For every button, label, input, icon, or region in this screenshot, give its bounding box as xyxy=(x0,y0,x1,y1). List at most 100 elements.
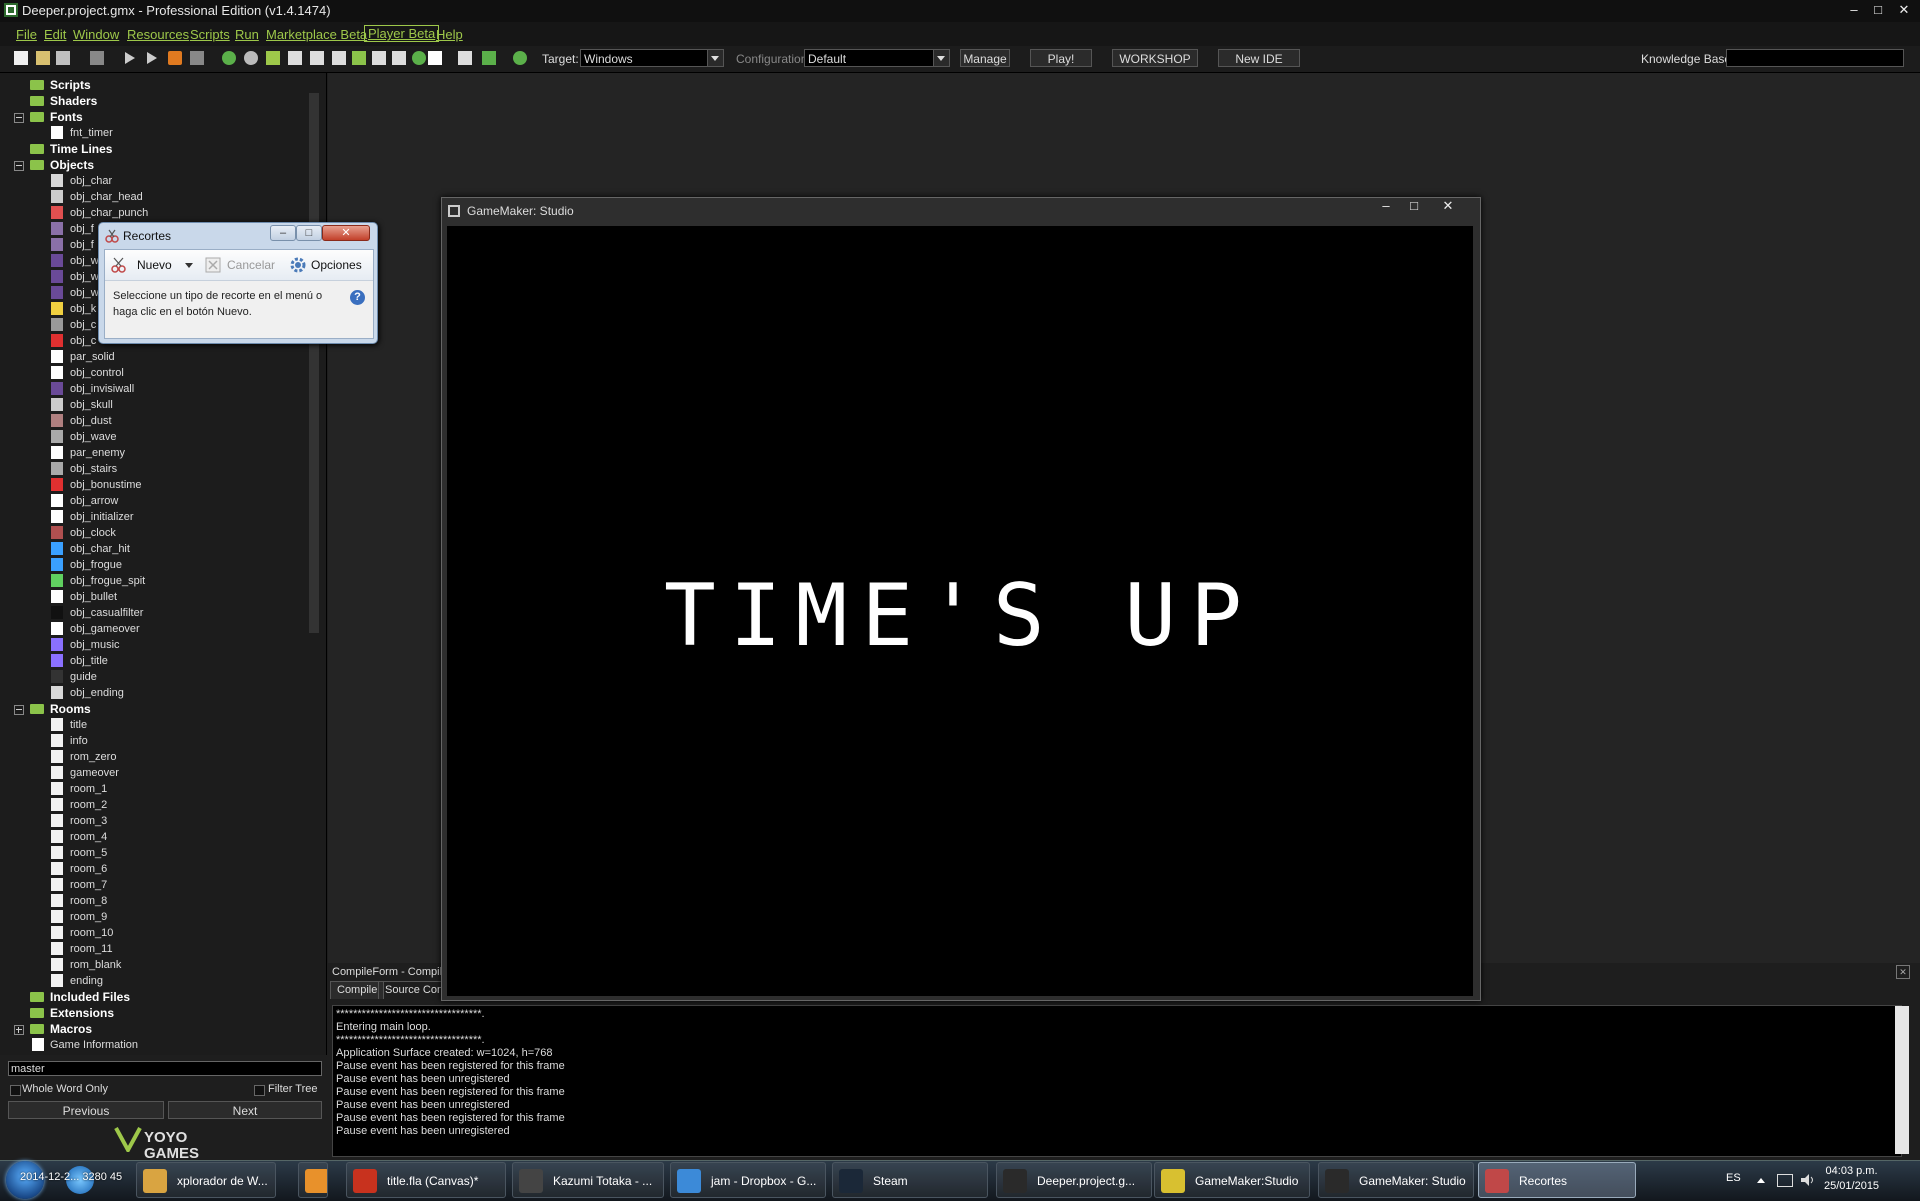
room-item[interactable]: rom_zero xyxy=(70,749,116,765)
export-icon[interactable] xyxy=(90,51,104,65)
room-item[interactable]: room_5 xyxy=(70,845,107,861)
add-shader-icon[interactable] xyxy=(332,51,346,65)
taskbar-item[interactable]: Steam xyxy=(832,1162,988,1198)
add-font-icon[interactable] xyxy=(352,51,366,65)
menu-run[interactable]: Run xyxy=(235,27,259,42)
room-item[interactable]: room_10 xyxy=(70,925,113,941)
object-item[interactable]: obj_k xyxy=(70,301,96,317)
tree-scrollbar-thumb[interactable] xyxy=(309,93,319,633)
game-info-icon[interactable] xyxy=(428,51,442,65)
stop-icon[interactable] xyxy=(168,51,182,65)
room-item[interactable]: room_4 xyxy=(70,829,107,845)
room-item[interactable]: ending xyxy=(70,973,103,989)
object-item[interactable]: obj_c xyxy=(70,317,96,333)
object-item[interactable]: obj_bonustime xyxy=(70,477,142,493)
tree-folder[interactable]: Included Files xyxy=(50,989,130,1005)
show-hidden-icons-icon[interactable] xyxy=(1757,1178,1765,1183)
object-item[interactable]: obj_stairs xyxy=(70,461,117,477)
menu-window[interactable]: Window xyxy=(73,27,119,42)
tab-source-control[interactable]: Source Con xyxy=(378,981,451,999)
workshop-button[interactable]: WORKSHOP xyxy=(1112,49,1198,67)
object-item[interactable]: par_enemy xyxy=(70,445,125,461)
new-snip-button[interactable]: Nuevo xyxy=(137,258,172,272)
menu-resources[interactable]: Resources xyxy=(127,27,189,42)
play-button[interactable]: Play! xyxy=(1030,49,1092,67)
taskbar-item[interactable]: GameMaker:Studio xyxy=(1154,1162,1310,1198)
object-item[interactable]: obj_w xyxy=(70,285,99,301)
tree-folder[interactable]: Extensions xyxy=(50,1005,114,1021)
options-button[interactable]: Opciones xyxy=(311,258,362,272)
open-project-icon[interactable] xyxy=(36,51,50,65)
configuration-select[interactable]: Default xyxy=(804,49,950,67)
help-icon[interactable] xyxy=(513,51,527,65)
add-timeline-icon[interactable] xyxy=(372,51,386,65)
network-icon[interactable] xyxy=(1777,1174,1793,1187)
game-canvas[interactable]: TIME'S UP xyxy=(447,226,1473,996)
filter-input[interactable]: master xyxy=(8,1061,322,1076)
room-item[interactable]: room_8 xyxy=(70,893,107,909)
object-item[interactable]: obj_clock xyxy=(70,525,116,541)
settings-icon[interactable] xyxy=(458,51,472,65)
volume-icon[interactable] xyxy=(1800,1173,1816,1187)
manage-button[interactable]: Manage xyxy=(960,49,1010,67)
object-item[interactable]: obj_skull xyxy=(70,397,113,413)
compile-close-icon[interactable]: ✕ xyxy=(1896,965,1910,979)
room-item[interactable]: room_6 xyxy=(70,861,107,877)
menu-edit[interactable]: Edit xyxy=(44,27,66,42)
collapse-icon[interactable] xyxy=(14,705,24,715)
menu-file[interactable]: File xyxy=(16,27,37,42)
room-item[interactable]: title xyxy=(70,717,87,733)
taskbar-item[interactable] xyxy=(298,1162,328,1198)
previous-button[interactable]: Previous xyxy=(8,1101,164,1119)
tree-folder[interactable]: Rooms xyxy=(50,701,91,717)
object-item[interactable]: obj_initializer xyxy=(70,509,134,525)
log-scrollbar[interactable] xyxy=(1895,1006,1909,1154)
taskbar-item[interactable]: jam - Dropbox - G... xyxy=(670,1162,826,1198)
room-item[interactable]: room_7 xyxy=(70,877,107,893)
add-sprite-icon[interactable] xyxy=(222,51,236,65)
room-item[interactable]: room_11 xyxy=(70,941,113,957)
room-item[interactable]: rom_blank xyxy=(70,957,121,973)
object-item[interactable]: obj_control xyxy=(70,365,124,381)
snipping-minimize-button[interactable]: – xyxy=(270,225,296,241)
clean-icon[interactable] xyxy=(190,51,204,65)
snipping-close-button[interactable]: ✕ xyxy=(322,225,370,241)
tab-compile[interactable]: Compile xyxy=(330,981,385,999)
add-extension-icon[interactable] xyxy=(482,51,496,65)
game-minimize-button[interactable]: – xyxy=(1374,198,1398,214)
object-item[interactable]: obj_w xyxy=(70,253,99,269)
object-item[interactable]: obj_casualfilter xyxy=(70,605,143,621)
menu-marketplace-beta[interactable]: Marketplace Beta xyxy=(266,27,367,42)
object-item[interactable]: obj_dust xyxy=(70,413,112,429)
taskbar-item[interactable]: Recortes xyxy=(1478,1162,1636,1198)
font-item[interactable]: fnt_timer xyxy=(70,125,113,141)
object-item[interactable]: obj_frogue_spit xyxy=(70,573,145,589)
close-button[interactable]: ✕ xyxy=(1892,2,1916,18)
whole-word-checkbox[interactable] xyxy=(10,1085,21,1096)
object-item[interactable]: obj_wave xyxy=(70,429,116,445)
system-clock[interactable]: 04:03 p.m. 25/01/2015 xyxy=(1824,1164,1879,1194)
object-item[interactable]: obj_music xyxy=(70,637,120,653)
minimize-button[interactable]: – xyxy=(1842,2,1866,18)
object-item[interactable]: obj_char_head xyxy=(70,189,143,205)
add-script-icon[interactable] xyxy=(310,51,324,65)
object-item[interactable]: guide xyxy=(70,669,97,685)
room-item[interactable]: room_1 xyxy=(70,781,107,797)
target-select[interactable]: Windows xyxy=(580,49,724,67)
room-item[interactable]: room_3 xyxy=(70,813,107,829)
object-item[interactable]: obj_f xyxy=(70,221,94,237)
next-button[interactable]: Next xyxy=(168,1101,322,1119)
taskbar-item[interactable]: xplorador de W... xyxy=(136,1162,276,1198)
object-item[interactable]: obj_frogue xyxy=(70,557,122,573)
knowledge-base-input[interactable] xyxy=(1726,49,1904,67)
maximize-button[interactable]: □ xyxy=(1866,2,1890,18)
filter-tree-checkbox[interactable] xyxy=(254,1085,265,1096)
collapse-icon[interactable] xyxy=(14,161,24,171)
menu-scripts[interactable]: Scripts xyxy=(190,27,230,42)
object-item[interactable]: obj_char xyxy=(70,173,112,189)
help-icon[interactable]: ? xyxy=(350,290,365,305)
object-item[interactable]: obj_c xyxy=(70,333,96,349)
chevron-down-icon[interactable] xyxy=(185,263,193,268)
menu-player-beta[interactable]: Player Beta xyxy=(364,25,440,42)
room-item[interactable]: room_9 xyxy=(70,909,107,925)
